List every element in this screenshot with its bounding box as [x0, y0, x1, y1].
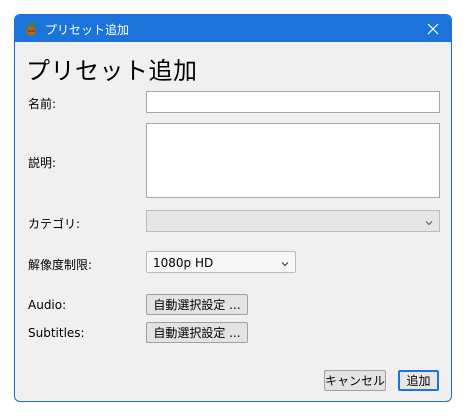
- add-preset-dialog: プリセット追加 プリセット追加 名前: 説明: カテゴリ: 解像度制限: 108…: [14, 14, 452, 402]
- description-label: 説明:: [28, 156, 57, 170]
- resolution-value: 1080p HD: [153, 256, 214, 270]
- resolution-select[interactable]: 1080p HD: [146, 251, 296, 273]
- cancel-button[interactable]: キャンセル: [324, 370, 386, 391]
- chevron-down-icon: [425, 216, 433, 226]
- subtitles-label: Subtitles:: [28, 326, 85, 340]
- subtitles-auto-select-button[interactable]: 自動選択設定 ...: [146, 322, 248, 343]
- window-title: プリセット追加: [45, 23, 130, 37]
- resolution-label: 解像度制限:: [28, 258, 93, 272]
- audio-auto-select-button[interactable]: 自動選択設定 ...: [146, 294, 248, 315]
- add-button[interactable]: 追加: [398, 370, 439, 391]
- category-select[interactable]: [146, 210, 440, 232]
- close-icon[interactable]: [421, 18, 445, 39]
- audio-label: Audio:: [28, 298, 67, 312]
- handbrake-pineapple-icon: [23, 20, 39, 36]
- page-title: プリセット追加: [26, 57, 198, 85]
- category-label: カテゴリ:: [28, 217, 81, 231]
- chevron-down-icon: [281, 257, 289, 267]
- description-textarea[interactable]: [146, 123, 440, 198]
- name-input[interactable]: [146, 91, 440, 113]
- name-label: 名前:: [28, 97, 57, 111]
- title-bar: プリセット追加: [15, 15, 451, 42]
